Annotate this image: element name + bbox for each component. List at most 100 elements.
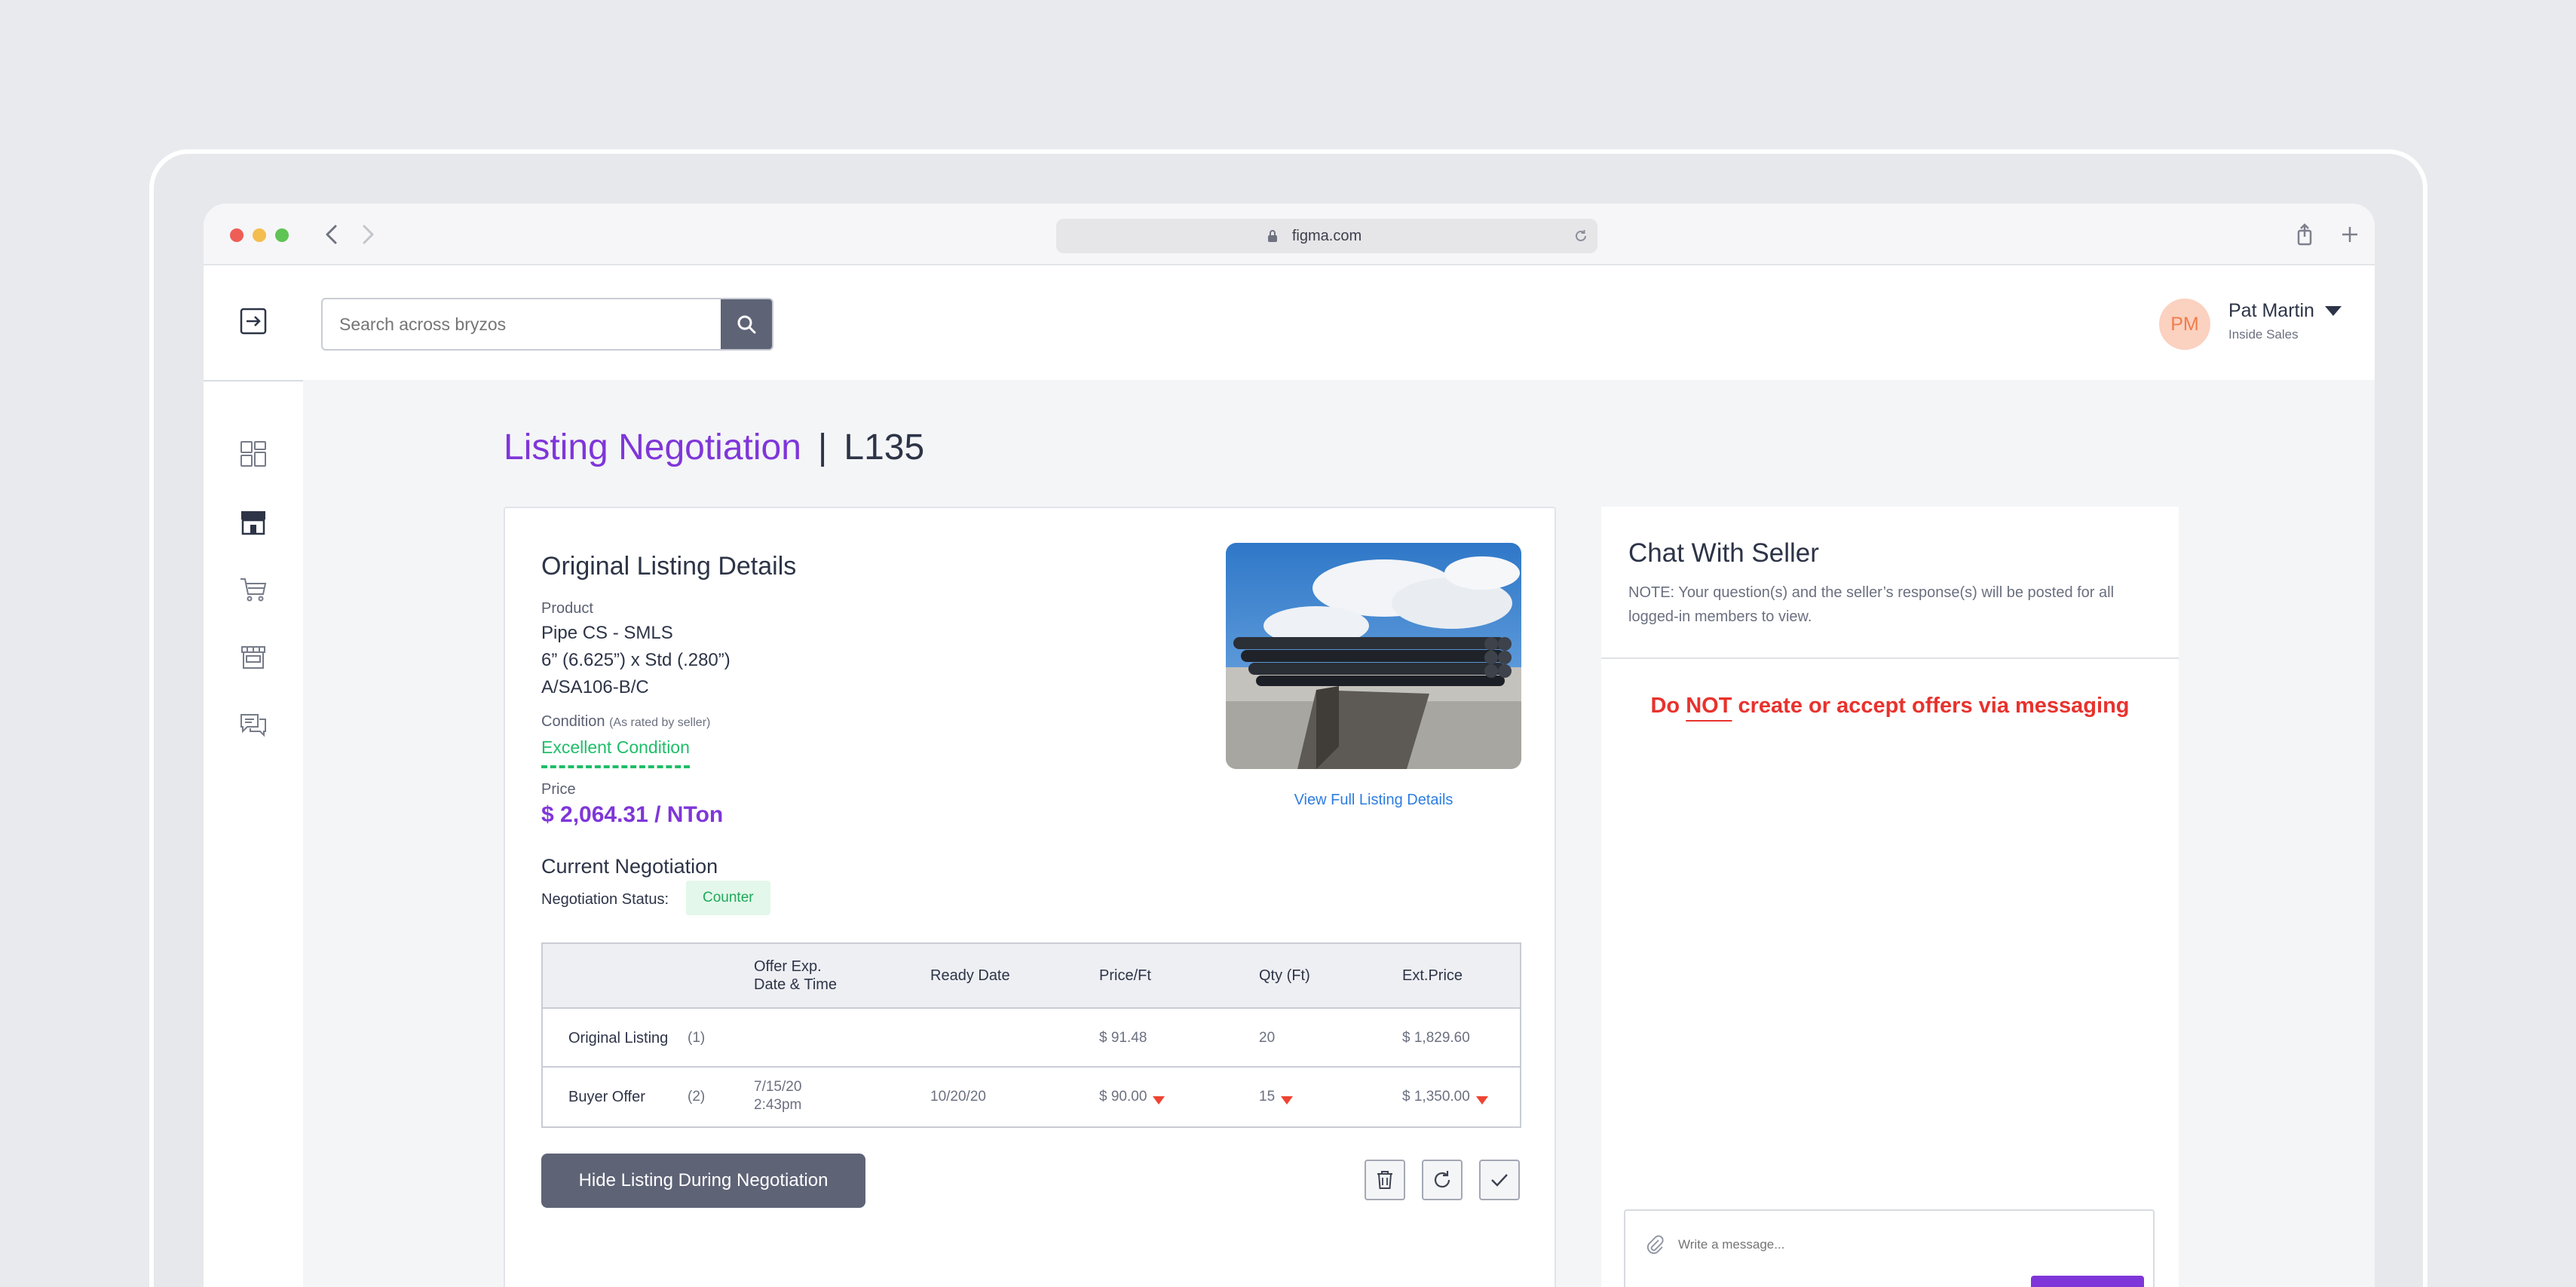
col-offer-exp-line2: Date & Time [754,976,838,993]
table-header: Offer Exp. Date & Time Ready Date Price/… [543,944,1520,1009]
col-offer-exp-line1: Offer Exp. [754,958,822,975]
col-ext-price: Ext.Price [1402,967,1463,984]
chat-title: Chat With Seller [1628,538,1819,568]
listing-card: Original Listing Details Product Pipe CS… [504,507,1556,1287]
send-button[interactable] [2031,1276,2144,1287]
checkmark-icon [1491,1174,1508,1187]
row-ext-price-cell: $ 1,350.00 [1402,1089,1488,1105]
row-label: Buyer Offer [568,1089,645,1105]
row-price-ft: $ 91.48 [1099,1030,1147,1046]
forward-arrow-icon[interactable] [354,217,381,252]
chat-warning: Do NOT create or accept offers via messa… [1601,694,2179,719]
hide-listing-button[interactable]: Hide Listing During Negotiation [541,1154,865,1208]
page-title: Listing Negotiation | L135 [504,427,924,468]
search-button[interactable] [721,299,772,349]
message-input[interactable] [1678,1233,2055,1256]
col-ready-date: Ready Date [930,967,1010,984]
trash-icon [1377,1171,1392,1189]
chat-panel: Chat With Seller NOTE: Your question(s) … [1601,507,2179,1287]
row-price-ft: $ 90.00 [1099,1089,1147,1105]
storefront-icon[interactable] [238,507,268,537]
row-qty-cell: 15 [1259,1089,1294,1105]
warning-suffix: create or accept offers via messaging [1738,694,2130,718]
table-row[interactable]: Original Listing (1) $ 91.48 20 $ 1,829.… [543,1009,1520,1068]
cart-icon[interactable] [238,575,268,605]
row-qty: 20 [1259,1030,1276,1046]
row-label: Original Listing [568,1030,669,1046]
reload-icon[interactable] [1573,228,1588,244]
paperclip-icon[interactable] [1643,1233,1666,1256]
app-header: PM Pat Martin Inside Sales [204,267,2375,380]
new-tab-icon[interactable] [2336,220,2364,249]
title-separator: | [817,427,828,467]
counter-offer-button[interactable] [1422,1160,1463,1200]
page-title-text: Listing Negotiation [504,427,801,467]
col-offer-exp: Offer Exp. Date & Time [754,958,837,994]
avatar[interactable]: PM [2159,299,2210,350]
user-role: Inside Sales [2228,327,2299,342]
chat-icon[interactable] [238,710,268,740]
close-window-button[interactable] [230,228,244,242]
condition-label: Condition (As rated by seller) [541,713,710,731]
url-text: figma.com [1291,228,1362,244]
dashboard-icon[interactable] [238,439,268,469]
row-ext-price: $ 1,829.60 [1402,1030,1470,1046]
negotiation-status-label: Negotiation Status: [541,891,669,908]
qty-decrease-icon [1281,1096,1294,1105]
col-price-ft: Price/Ft [1099,967,1151,984]
row-offer-exp: 7/15/20 2:43pm [754,1078,801,1114]
negotiation-table: Offer Exp. Date & Time Ready Date Price/… [541,942,1521,1128]
row-exp-time: 2:43pm [754,1097,802,1113]
browser-window: figma.com Search across bryzos PM Pat Ma… [204,204,2375,1287]
warning-prefix: Do [1650,694,1680,718]
price-decrease-icon [1153,1096,1165,1105]
product-line-2: 6” (6.625”) x Std (.280”) [541,650,731,670]
search-icon [737,315,756,334]
row-count: (2) [688,1089,706,1105]
back-arrow-icon[interactable] [318,217,345,252]
delete-button[interactable] [1365,1160,1405,1200]
row-exp-date: 7/15/20 [754,1079,802,1095]
product-line-1: Pipe CS - SMLS [541,623,673,643]
shop-icon[interactable] [238,642,268,673]
row-ready-date: 10/20/20 [930,1089,986,1105]
row-count: (1) [688,1030,706,1046]
row-qty: 15 [1259,1089,1276,1105]
product-line-3: A/SA106-B/C [541,677,649,697]
sidebar [204,380,303,1287]
search-box [321,298,773,351]
chat-note: NOTE: Your question(s) and the seller’s … [1628,584,2115,625]
col-qty: Qty (Ft) [1259,967,1310,984]
row-ext-price: $ 1,350.00 [1402,1089,1470,1105]
condition-note: (As rated by seller) [609,716,711,729]
listing-id: L135 [844,427,925,467]
condition-label-text: Condition [541,713,605,730]
accept-button[interactable] [1479,1160,1520,1200]
view-full-listing-link[interactable]: View Full Listing Details [1226,792,1521,809]
product-label: Product [541,600,593,617]
address-bar[interactable]: figma.com [1056,219,1597,253]
minimize-window-button[interactable] [253,228,266,242]
user-name[interactable]: Pat Martin [2228,300,2314,322]
expand-sidebar-icon[interactable] [240,308,267,335]
price-label: Price [541,781,576,798]
search-input[interactable] [323,299,722,349]
listing-details-heading: Original Listing Details [541,552,797,581]
main-content: Listing Negotiation | L135 Original Listin… [303,380,2375,1287]
listing-photo[interactable] [1226,543,1521,769]
current-negotiation-heading: Current Negotiation [541,855,718,878]
price-value: $ 2,064.31 / NTon [541,802,724,827]
row-price-ft-cell: $ 90.00 [1099,1089,1165,1105]
ext-price-decrease-icon [1475,1096,1488,1105]
message-composer [1624,1209,2155,1287]
browser-toolbar: figma.com [204,204,2375,265]
refresh-icon [1434,1171,1450,1188]
chat-header: Chat With Seller NOTE: Your question(s) … [1601,507,2179,659]
user-menu-caret-icon[interactable] [2325,306,2342,316]
share-icon[interactable] [2290,220,2319,249]
warning-not: NOT [1686,694,1732,718]
maximize-window-button[interactable] [275,228,289,242]
status-badge: Counter [686,881,770,915]
table-row[interactable]: Buyer Offer (2) 7/15/20 2:43pm 10/20/20 … [543,1068,1520,1126]
condition-value[interactable]: Excellent Condition [541,737,690,768]
